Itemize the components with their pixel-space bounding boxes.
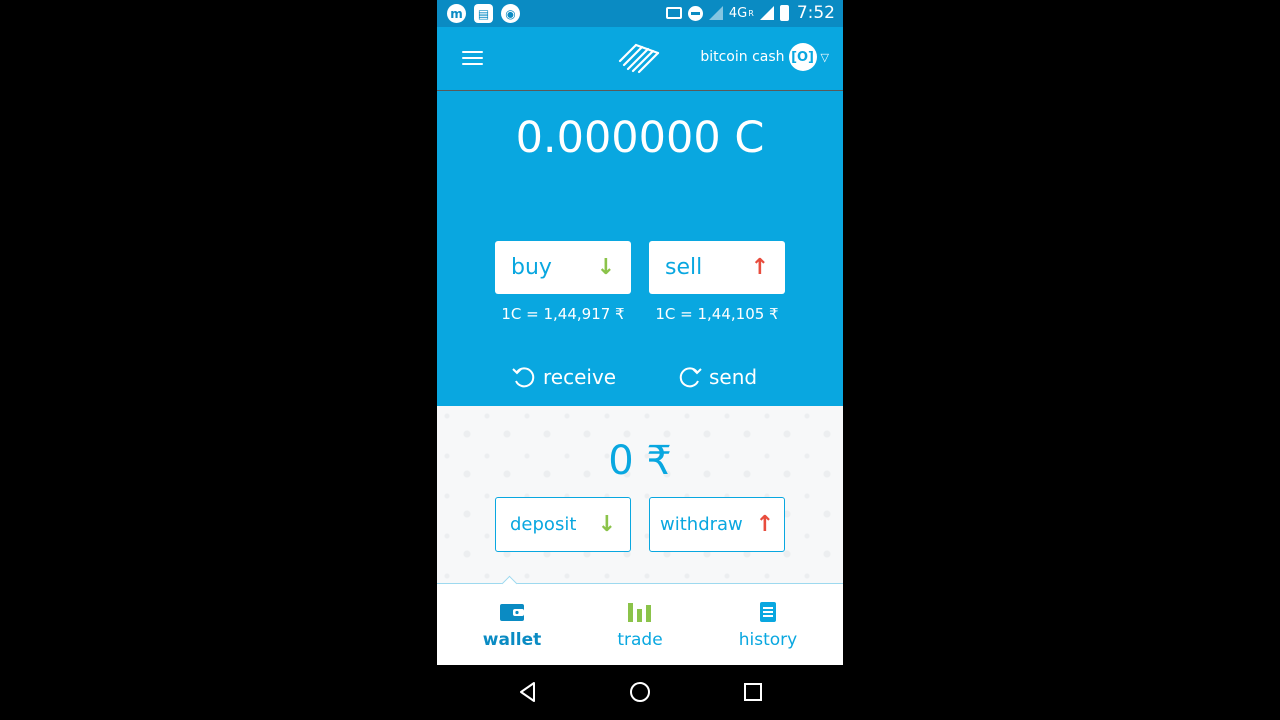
buy-rate: 1C = 1,44,917 ₹ bbox=[501, 305, 625, 323]
fiat-wallet-panel: 0 ₹ deposit ↓ withdraw ↑ bbox=[437, 406, 843, 583]
status-bar: m ▤ ◉ 4G R 7:52 bbox=[437, 0, 843, 27]
app-logo-icon bbox=[618, 43, 660, 74]
home-icon[interactable] bbox=[629, 681, 651, 703]
withdraw-label: withdraw bbox=[660, 514, 743, 535]
buy-label: buy bbox=[511, 255, 552, 280]
wallet-icon bbox=[500, 604, 524, 621]
crypto-wallet-panel: 0.000000 C buy ↓ sell ↑ 1C = 1,44,917 ₹ … bbox=[437, 91, 843, 406]
receive-label: receive bbox=[543, 365, 617, 389]
signal-icon bbox=[759, 6, 774, 20]
sell-rate: 1C = 1,44,105 ₹ bbox=[655, 305, 779, 323]
chevron-down-icon: ▽ bbox=[820, 50, 829, 64]
system-nav-bar bbox=[437, 665, 843, 720]
sell-button[interactable]: sell ↑ bbox=[649, 241, 785, 294]
tab-history[interactable]: history bbox=[708, 598, 828, 650]
arrow-up-icon: ↑ bbox=[750, 255, 769, 280]
dnd-icon bbox=[687, 5, 703, 21]
vpn-icon: ◉ bbox=[501, 4, 520, 23]
deposit-label: deposit bbox=[510, 514, 577, 535]
back-icon[interactable] bbox=[517, 681, 539, 703]
cast-icon bbox=[665, 7, 682, 19]
withdraw-button[interactable]: withdraw ↑ bbox=[649, 497, 785, 552]
crypto-balance: 0.000000 C bbox=[515, 113, 765, 163]
receive-button[interactable]: receive bbox=[511, 364, 616, 390]
currency-name: bitcoin cash bbox=[700, 49, 785, 65]
buy-button[interactable]: buy ↓ bbox=[495, 241, 631, 294]
network-type: 4G bbox=[728, 5, 748, 21]
roaming-indicator: R bbox=[748, 8, 754, 18]
history-icon bbox=[760, 602, 776, 622]
tab-wallet[interactable]: wallet bbox=[452, 598, 572, 650]
currency-selector[interactable]: bitcoin cash [O] ▽ bbox=[700, 43, 829, 71]
coin-icon: [O] bbox=[788, 43, 817, 71]
arrow-up-icon: ↑ bbox=[755, 512, 774, 537]
fiat-balance: 0 ₹ bbox=[608, 438, 672, 484]
system-status: 4G R 7:52 bbox=[665, 3, 835, 23]
recents-icon[interactable] bbox=[743, 681, 763, 703]
wifi-signal-icon bbox=[708, 6, 723, 20]
receive-icon bbox=[512, 367, 535, 388]
battery-icon bbox=[779, 5, 789, 21]
arrow-down-icon: ↓ bbox=[597, 512, 616, 537]
clock: 7:52 bbox=[796, 3, 835, 23]
menu-icon[interactable] bbox=[462, 51, 483, 65]
phone-screen: m ▤ ◉ 4G R 7:52 bitcoin cash [O] ▽ 0.000… bbox=[437, 0, 843, 720]
send-label: send bbox=[709, 365, 758, 389]
send-icon bbox=[679, 367, 702, 388]
bottom-nav: wallet trade history bbox=[437, 575, 843, 665]
sell-label: sell bbox=[665, 255, 703, 280]
tab-label: trade bbox=[617, 630, 663, 650]
app-m-icon: m bbox=[447, 4, 466, 23]
arrow-down-icon: ↓ bbox=[596, 255, 615, 280]
app-bar: bitcoin cash [O] ▽ bbox=[437, 27, 843, 90]
tab-label: history bbox=[738, 630, 798, 650]
tab-trade[interactable]: trade bbox=[580, 598, 700, 650]
notification-icons: m ▤ ◉ bbox=[447, 4, 520, 23]
send-button[interactable]: send bbox=[677, 364, 757, 390]
deposit-button[interactable]: deposit ↓ bbox=[495, 497, 631, 552]
news-icon: ▤ bbox=[474, 4, 493, 23]
trade-bars-icon bbox=[628, 603, 651, 622]
tab-label: wallet bbox=[482, 630, 542, 650]
